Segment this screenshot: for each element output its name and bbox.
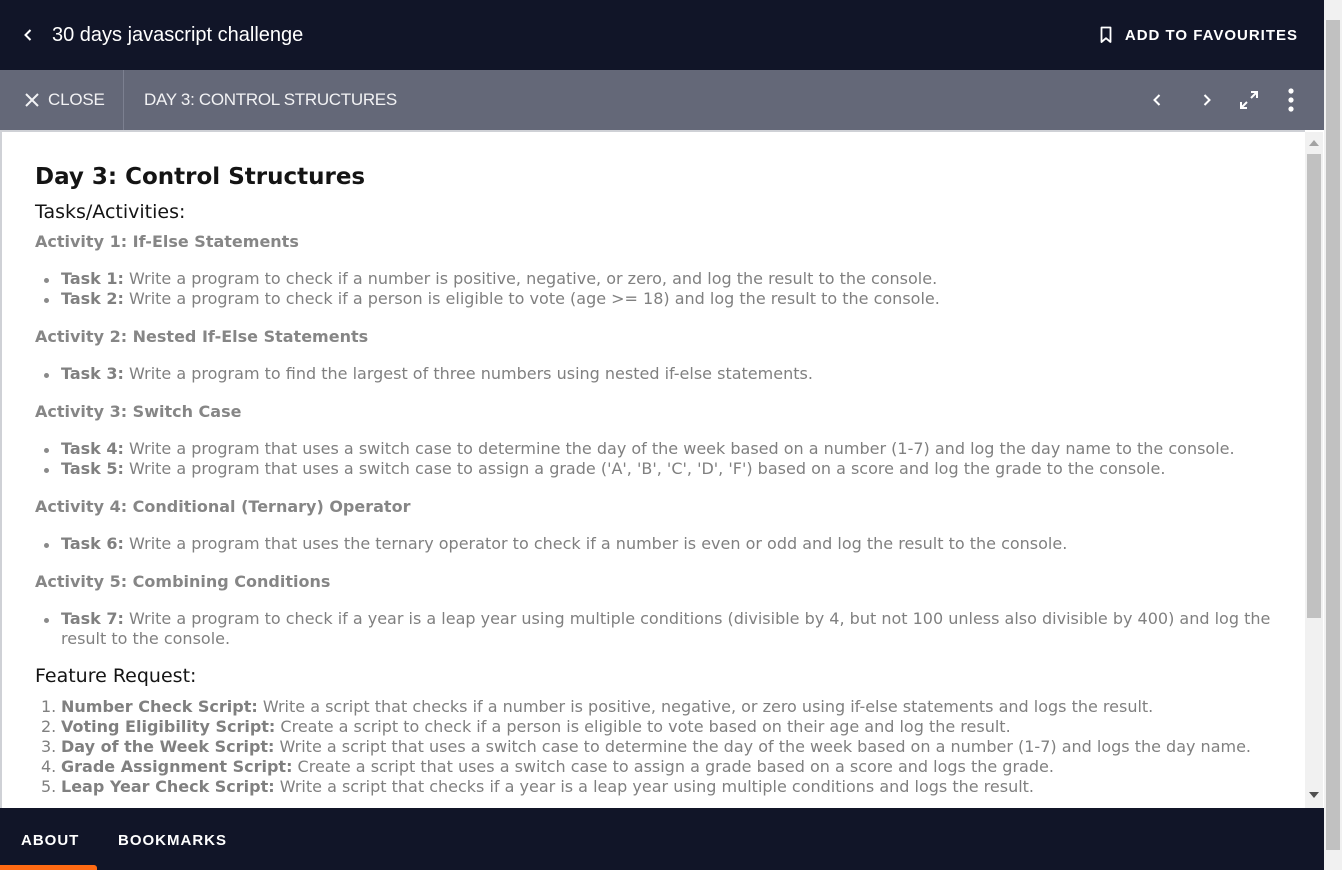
previous-chapter-button[interactable] [1143,86,1171,114]
more-options-button[interactable] [1277,86,1305,114]
scroll-down-arrow-icon[interactable] [1309,792,1319,798]
fullscreen-button[interactable] [1235,86,1263,114]
bottom-tab-bar: ABOUT BOOKMARKS [0,808,1324,870]
item-number: 3. [41,737,57,756]
feature-label: Day of the Week Script: [61,737,275,756]
list-item: Task 7: Write a program to check if a ye… [35,609,1275,649]
feature-list: 1. Number Check Script: Write a script th… [35,697,1275,797]
feature-text: Write a script that uses a switch case t… [274,737,1252,756]
task-text: Write a program to find the largest of t… [123,364,813,383]
tab-about[interactable]: ABOUT [21,832,79,850]
chapter-content: Day 3: Control Structures Tasks/Activiti… [0,130,1305,808]
item-number: 2. [41,717,57,736]
app-title: 30 days javascript challenge [52,24,304,46]
window-scrollbar-thumb[interactable] [1326,20,1340,850]
close-button[interactable]: CLOSE [0,70,124,130]
activity-heading: Activity 2: Nested If-Else Statements [35,327,369,346]
task-list: Task 6: Write a program that uses the te… [35,534,1275,554]
app-header: 30 days javascript challenge ADD TO FAVO… [0,0,1324,70]
item-number: 4. [41,757,57,776]
task-label: Task 7: [61,609,124,628]
feature-label: Grade Assignment Script: [61,757,293,776]
chapter-toolbar: CLOSE DAY 3: CONTROL STRUCTURES [0,70,1324,130]
task-text: Write a program to check if a person is … [123,289,940,308]
add-to-favourites-button[interactable]: ADD TO FAVOURITES [1099,22,1298,48]
list-item: Task 4: Write a program that uses a swit… [35,439,1275,459]
task-label: Task 5: [61,459,124,478]
tab-bookmarks[interactable]: BOOKMARKS [118,832,227,850]
task-text: Write a program to check if a number is … [123,269,938,288]
feature-text: Create a script that uses a switch case … [292,757,1054,776]
expand-icon [1240,91,1258,109]
item-number: 5. [41,777,57,796]
doc-title: Day 3: Control Structures [35,164,366,190]
activity-heading: Activity 4: Conditional (Ternary) Operat… [35,497,411,516]
task-list: Task 4: Write a program that uses a swit… [35,439,1275,479]
task-list: Task 3: Write a program to find the larg… [35,364,1275,384]
list-item: 1. Number Check Script: Write a script th… [35,697,1275,717]
feature-label: Leap Year Check Script: [61,777,275,796]
content-scrollbar[interactable] [1305,132,1323,808]
list-item: Task 1: Write a program to check if a nu… [35,269,1275,289]
list-item: 5. Leap Year Check Script: Write a script… [35,777,1275,797]
document: Day 3: Control Structures Tasks/Activiti… [35,162,1275,797]
list-item: 4. Grade Assignment Script: Create a scri… [35,757,1275,777]
tasks-heading: Tasks/Activities: [35,201,186,223]
window-scrollbar[interactable] [1324,0,1342,870]
bookmark-icon [1100,26,1112,43]
close-icon [25,93,39,107]
task-text: Write a program that uses a switch case … [123,459,1166,478]
active-tab-indicator [0,865,97,870]
next-chapter-button[interactable] [1193,86,1221,114]
more-vertical-icon [1288,88,1294,112]
chapter-title: DAY 3: CONTROL STRUCTURES [144,90,397,109]
task-label: Task 2: [61,289,124,308]
item-number: 1. [41,697,57,716]
task-list: Task 1: Write a program to check if a nu… [35,269,1275,309]
list-item: Task 6: Write a program that uses the te… [35,534,1275,554]
list-item: Task 5: Write a program that uses a swit… [35,459,1275,479]
list-item: 2. Voting Eligibility Script: Create a sc… [35,717,1275,737]
scrollbar-thumb[interactable] [1307,154,1321,618]
task-text: Write a program to check if a year is a … [61,609,1271,648]
feature-text: Write a script that checks if a number i… [257,697,1154,716]
task-label: Task 4: [61,439,124,458]
task-text: Write a program that uses the ternary op… [123,534,1068,553]
activity-heading: Activity 1: If-Else Statements [35,232,299,251]
chevron-right-icon [1203,94,1211,106]
back-button[interactable] [14,22,42,48]
list-item: Task 3: Write a program to find the larg… [35,364,1275,384]
add-to-favourites-label: ADD TO FAVOURITES [1124,26,1298,44]
activity-heading: Activity 3: Switch Case [35,402,242,421]
task-label: Task 1: [61,269,124,288]
chevron-left-icon [1153,94,1161,106]
list-item: 3. Day of the Week Script: Write a script… [35,737,1275,757]
feature-text: Create a script to check if a person is … [275,717,1011,736]
feature-label: Number Check Script: [61,697,258,716]
activity-heading: Activity 5: Combining Conditions [35,572,331,591]
feature-request-heading: Feature Request: [35,665,197,687]
feature-text: Write a script that checks if a year is … [274,777,1035,796]
list-item: Task 2: Write a program to check if a pe… [35,289,1275,309]
task-label: Task 6: [61,534,124,553]
close-label: CLOSE [48,90,105,109]
task-list: Task 7: Write a program to check if a ye… [35,609,1275,649]
task-text: Write a program that uses a switch case … [123,439,1235,458]
scroll-up-arrow-icon[interactable] [1309,140,1319,146]
feature-label: Voting Eligibility Script: [61,717,276,736]
chevron-left-icon [24,29,32,41]
task-label: Task 3: [61,364,124,383]
